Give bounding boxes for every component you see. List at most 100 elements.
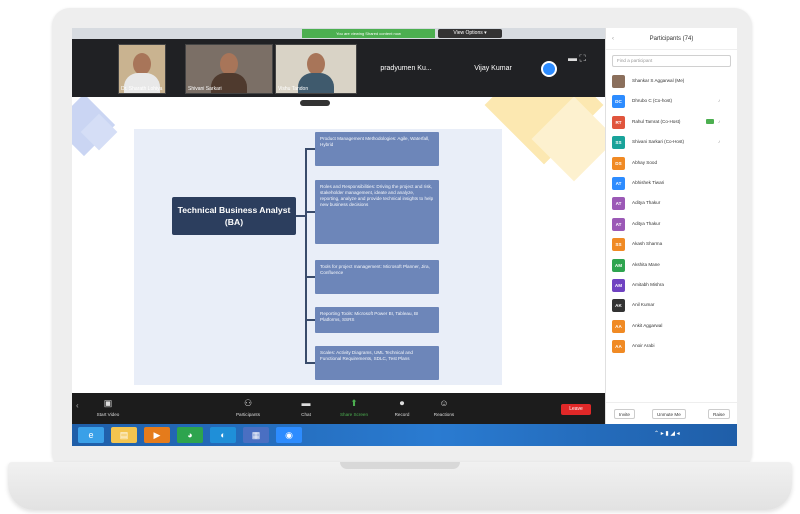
windows-taskbar: e ▤ ▶ ◕ ◐ ▦ ◉ ⌃ ▸ ▮ ◢ ◂ <box>72 424 737 446</box>
participants-label: Participants <box>235 412 260 417</box>
share-screen-button[interactable]: ⬆ Share Screen <box>334 397 374 417</box>
invite-button[interactable]: Invite <box>614 409 635 419</box>
participant-row[interactable]: DS Abhay Sood <box>606 154 737 174</box>
chevron-left-icon[interactable]: ‹ <box>76 401 79 410</box>
sharing-status: You are viewing Shared content now <box>302 29 435 38</box>
name-only-tile[interactable]: pradyumen Ku... <box>361 44 451 94</box>
participant-face <box>133 53 151 75</box>
connector-line <box>305 148 315 150</box>
chat-icon: ▬ <box>301 398 311 408</box>
participants-panel: ‹ Participants (74) Find a participant S… <box>605 28 737 424</box>
view-options-button[interactable]: View Options ▾ <box>438 29 502 38</box>
participant-row[interactable]: AM Amitabh Mishra <box>606 276 737 296</box>
video-tile-name: Shivani Sarkari <box>188 86 222 92</box>
participant-row[interactable]: AA Ankit Aggarwal <box>606 317 737 337</box>
leave-button[interactable]: Leave <box>561 404 591 415</box>
record-icon: ⏺ <box>399 398 405 408</box>
participant-avatar: AM <box>612 258 625 272</box>
taskbar-app-icon[interactable]: e <box>78 427 104 443</box>
participant-name: Shankar S Aggarwal (Me) <box>632 78 685 83</box>
participant-name: Anil Kumar <box>632 302 655 308</box>
share-screen-label: Share Screen <box>339 412 369 417</box>
meeting-toolbar: ‹ ▣ Start Video ⚇ Participants ▬ Chat ⬆ … <box>72 393 605 424</box>
participant-row[interactable]: AT Aditya Thakur <box>606 215 737 235</box>
participant-row[interactable]: Shankar S Aggarwal (Me) <box>606 72 737 92</box>
taskbar-app-icon[interactable]: ▦ <box>243 427 269 443</box>
mindmap-root-node: Technical Business Analyst (BA) <box>172 197 296 235</box>
participants-button[interactable]: ⚇ Participants <box>228 397 268 417</box>
video-on-icon <box>706 118 714 124</box>
connector-line <box>305 211 315 213</box>
video-tile-name: Dr. Sharath Lohiya <box>121 86 163 92</box>
participants-icon: ⚇ <box>243 398 253 408</box>
mindmap-node: Roles and Responsibilities: Driving the … <box>315 180 439 244</box>
participants-header: ‹ Participants (74) <box>606 28 737 50</box>
taskbar-app-icon[interactable]: ▶ <box>144 427 170 443</box>
mic-icon: ♪ <box>718 139 721 145</box>
strip-layout-icon[interactable]: ▬ ⛶ <box>568 53 586 64</box>
participant-name: Ankit Aggarwal <box>632 322 663 328</box>
name-only-tile[interactable]: Vijay Kumar <box>453 44 533 94</box>
participant-avatar: RT <box>612 115 625 129</box>
participant-avatar: SS <box>612 238 625 252</box>
start-video-button[interactable]: ▣ Start Video <box>88 397 128 417</box>
taskbar-app-icon[interactable]: ▤ <box>111 427 137 443</box>
connector-line <box>305 276 315 278</box>
laptop-hinge <box>340 462 460 469</box>
video-camera-icon: ▣ <box>103 398 113 408</box>
video-tile[interactable]: Shivani Sarkari <box>185 44 273 94</box>
participant-name: Akshita Mane <box>632 261 660 267</box>
participant-name: Abhay Sood <box>632 159 658 165</box>
laptop-screen: You are viewing Shared content now View … <box>72 28 737 446</box>
participant-search-input[interactable]: Find a participant <box>612 55 731 67</box>
participant-name: Dhrubo C (Co-host) <box>632 98 673 104</box>
participant-row[interactable]: AK Anil Kumar <box>606 296 737 316</box>
participant-row[interactable]: SS Akash Sharma <box>606 235 737 255</box>
video-tile[interactable]: Dr. Sharath Lohiya <box>118 44 166 94</box>
chat-label: Chat <box>301 412 311 417</box>
participant-name: Rahul Tamrat (Co-Host) <box>632 118 681 124</box>
participant-name: Anoir Arabi <box>632 343 655 349</box>
participant-row[interactable]: SS Shivani Sarkari (Co-Host) ♪ <box>606 133 737 153</box>
system-tray[interactable]: ⌃ ▸ ▮ ◢ ◂ <box>654 430 680 437</box>
share-bar: You are viewing Shared content now View … <box>72 28 605 39</box>
participant-row[interactable]: AT Aditya Thakur <box>606 194 737 214</box>
participant-avatar: DS <box>612 156 625 170</box>
unmute-me-button[interactable]: Unmute Me <box>652 409 686 419</box>
video-strip: Dr. Sharath Lohiya Shivani Sarkari Vishu… <box>72 39 605 97</box>
chat-button[interactable]: ▬ Chat <box>286 397 326 417</box>
record-button[interactable]: ⏺ Record <box>382 397 422 417</box>
participant-avatar <box>612 75 625 88</box>
participant-row[interactable]: AM Akshita Mane <box>606 256 737 276</box>
participant-name: Aditya Thakur <box>632 220 661 226</box>
mic-icon: ♪ <box>718 118 721 124</box>
taskbar-app-icon[interactable]: ◕ <box>177 427 203 443</box>
connector-line <box>305 362 315 364</box>
record-label: Record <box>394 412 410 417</box>
taskbar-app-icon[interactable]: ◉ <box>276 427 302 443</box>
mindmap-node: Tools for project management: Microsoft … <box>315 260 439 294</box>
avatar[interactable] <box>541 61 557 77</box>
taskbar-app-icon[interactable]: ◐ <box>210 427 236 443</box>
participant-name: Aditya Thakur <box>632 200 661 206</box>
connector-line <box>305 319 315 321</box>
participant-row[interactable]: RT Rahul Tamrat (Co-Host) ♪ <box>606 113 737 133</box>
mindmap-node: Reporting Tools: Microsoft Power BI, Tab… <box>315 307 439 333</box>
start-video-label: Start Video <box>96 412 120 417</box>
slide-pager-handle[interactable] <box>300 100 330 106</box>
collapse-chevron-icon[interactable]: ‹ <box>612 28 614 50</box>
participant-name: Amitabh Mishra <box>632 281 664 287</box>
participant-row[interactable]: DC Dhrubo C (Co-host) ♪ <box>606 92 737 112</box>
laptop-base <box>8 462 792 510</box>
participant-row[interactable]: AT Abhishek Tiwari <box>606 174 737 194</box>
video-tile[interactable]: Vishu Tandon <box>275 44 357 94</box>
reactions-icon: ☺ <box>439 398 449 408</box>
reactions-button[interactable]: ☺ Reactions <box>424 397 464 417</box>
raise-hand-button[interactable]: Raise <box>708 409 730 419</box>
participants-footer: Invite Unmute Me Raise <box>606 402 737 424</box>
video-tile-name: Vishu Tandon <box>278 86 309 92</box>
mindmap-node: Scales: Activity Diagrams, UML Technical… <box>315 346 439 380</box>
participant-avatar: AT <box>612 176 625 190</box>
participant-name: Akash Sharma <box>632 241 663 247</box>
participant-row[interactable]: AA Anoir Arabi <box>606 337 737 357</box>
